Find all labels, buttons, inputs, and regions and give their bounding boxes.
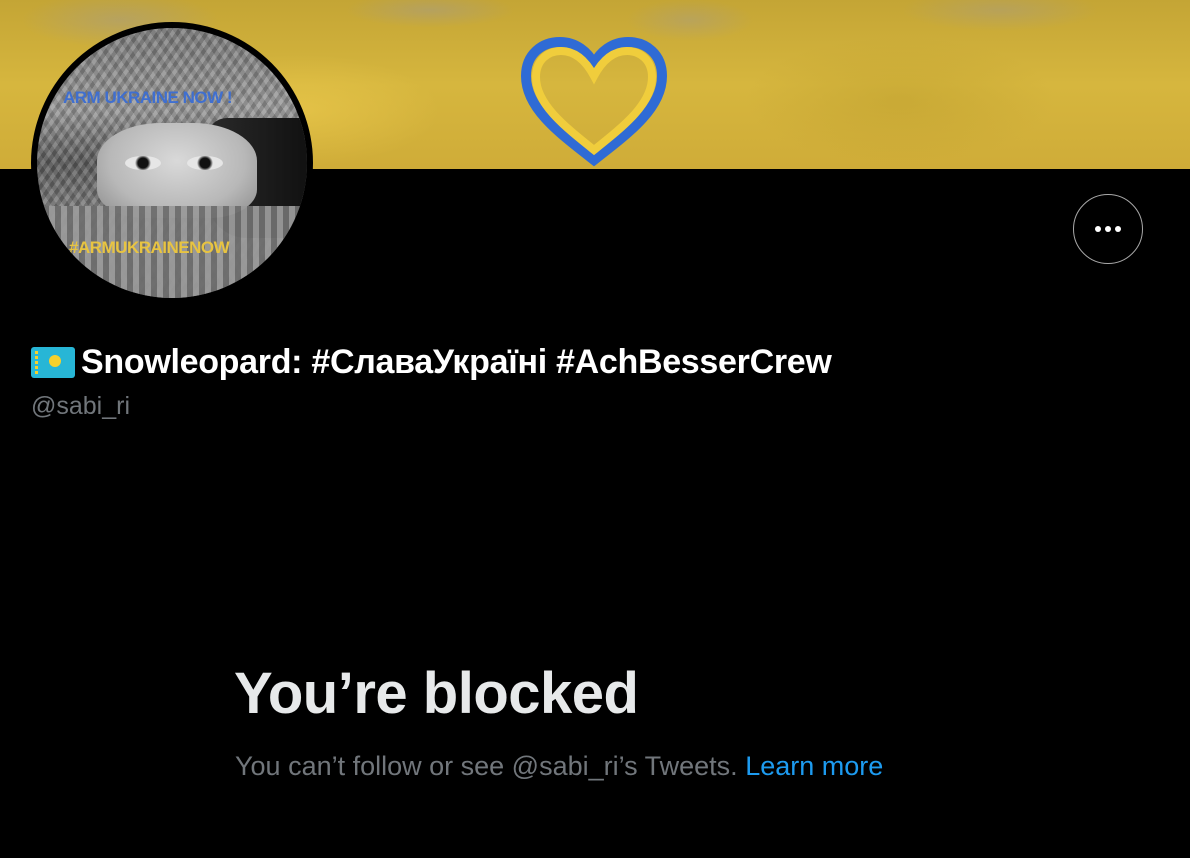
avatar-top-text: ARM UKRAINE NOW ! bbox=[63, 88, 233, 107]
blocked-description: You can’t follow or see @sabi_ri’s Tweet… bbox=[235, 751, 883, 782]
more-horizontal-icon-dot bbox=[1105, 226, 1111, 232]
flag-ornament bbox=[35, 350, 38, 374]
more-options-button[interactable] bbox=[1073, 194, 1143, 264]
blocked-title: You’re blocked bbox=[234, 661, 639, 726]
blocked-description-text: You can’t follow or see @sabi_ri’s Tweet… bbox=[235, 751, 738, 781]
flag-sun bbox=[49, 354, 61, 367]
avatar-left-eye bbox=[125, 156, 161, 170]
more-horizontal-icon bbox=[1095, 226, 1101, 232]
avatar-right-eye bbox=[187, 156, 223, 170]
avatar-bottom-text: #ARMUKRAINENOW bbox=[69, 238, 230, 257]
learn-more-link[interactable]: Learn more bbox=[745, 751, 883, 781]
ukraine-heart-icon bbox=[520, 36, 668, 167]
kazakhstan-flag-icon bbox=[31, 346, 75, 378]
profile-name-row: Snowleopard: #СлаваУкраїні #AchBesserCre… bbox=[31, 342, 832, 382]
user-handle: @sabi_ri bbox=[31, 392, 131, 420]
more-horizontal-icon-dot bbox=[1115, 226, 1121, 232]
profile-avatar[interactable]: ARM UKRAINE NOW ! #ARMUKRAINENOW bbox=[31, 22, 313, 304]
avatar-image: ARM UKRAINE NOW ! #ARMUKRAINENOW bbox=[37, 28, 307, 298]
display-name: Snowleopard: #СлаваУкраїні #AchBesserCre… bbox=[81, 342, 832, 381]
avatar-face bbox=[97, 123, 257, 218]
